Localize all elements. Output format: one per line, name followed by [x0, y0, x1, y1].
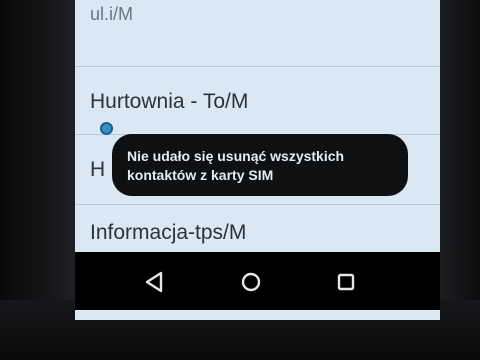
- toast-line-2: kontaktów z karty SIM: [127, 167, 274, 183]
- toast-message: Nie udało się usunąć wszystkich kontaktó…: [112, 134, 408, 196]
- navigation-bar: [75, 252, 440, 310]
- list-item-label: Hurtownia - To/M: [90, 90, 249, 113]
- touch-indicator-icon: [100, 122, 113, 135]
- home-circle-icon[interactable]: [239, 270, 263, 294]
- recent-apps-square-icon[interactable]: [334, 270, 358, 294]
- list-item[interactable]: Hurtownia - To/M: [75, 66, 440, 135]
- list-item[interactable]: ul.i/M: [75, 0, 440, 67]
- list-item-label: ul.i/M: [90, 4, 134, 24]
- toast-line-1: Nie udało się usunąć wszystkich: [127, 148, 345, 164]
- list-item-label: H: [90, 158, 106, 181]
- list-item-label: Informacja-tps/M: [90, 221, 247, 244]
- back-triangle-icon[interactable]: [143, 270, 167, 294]
